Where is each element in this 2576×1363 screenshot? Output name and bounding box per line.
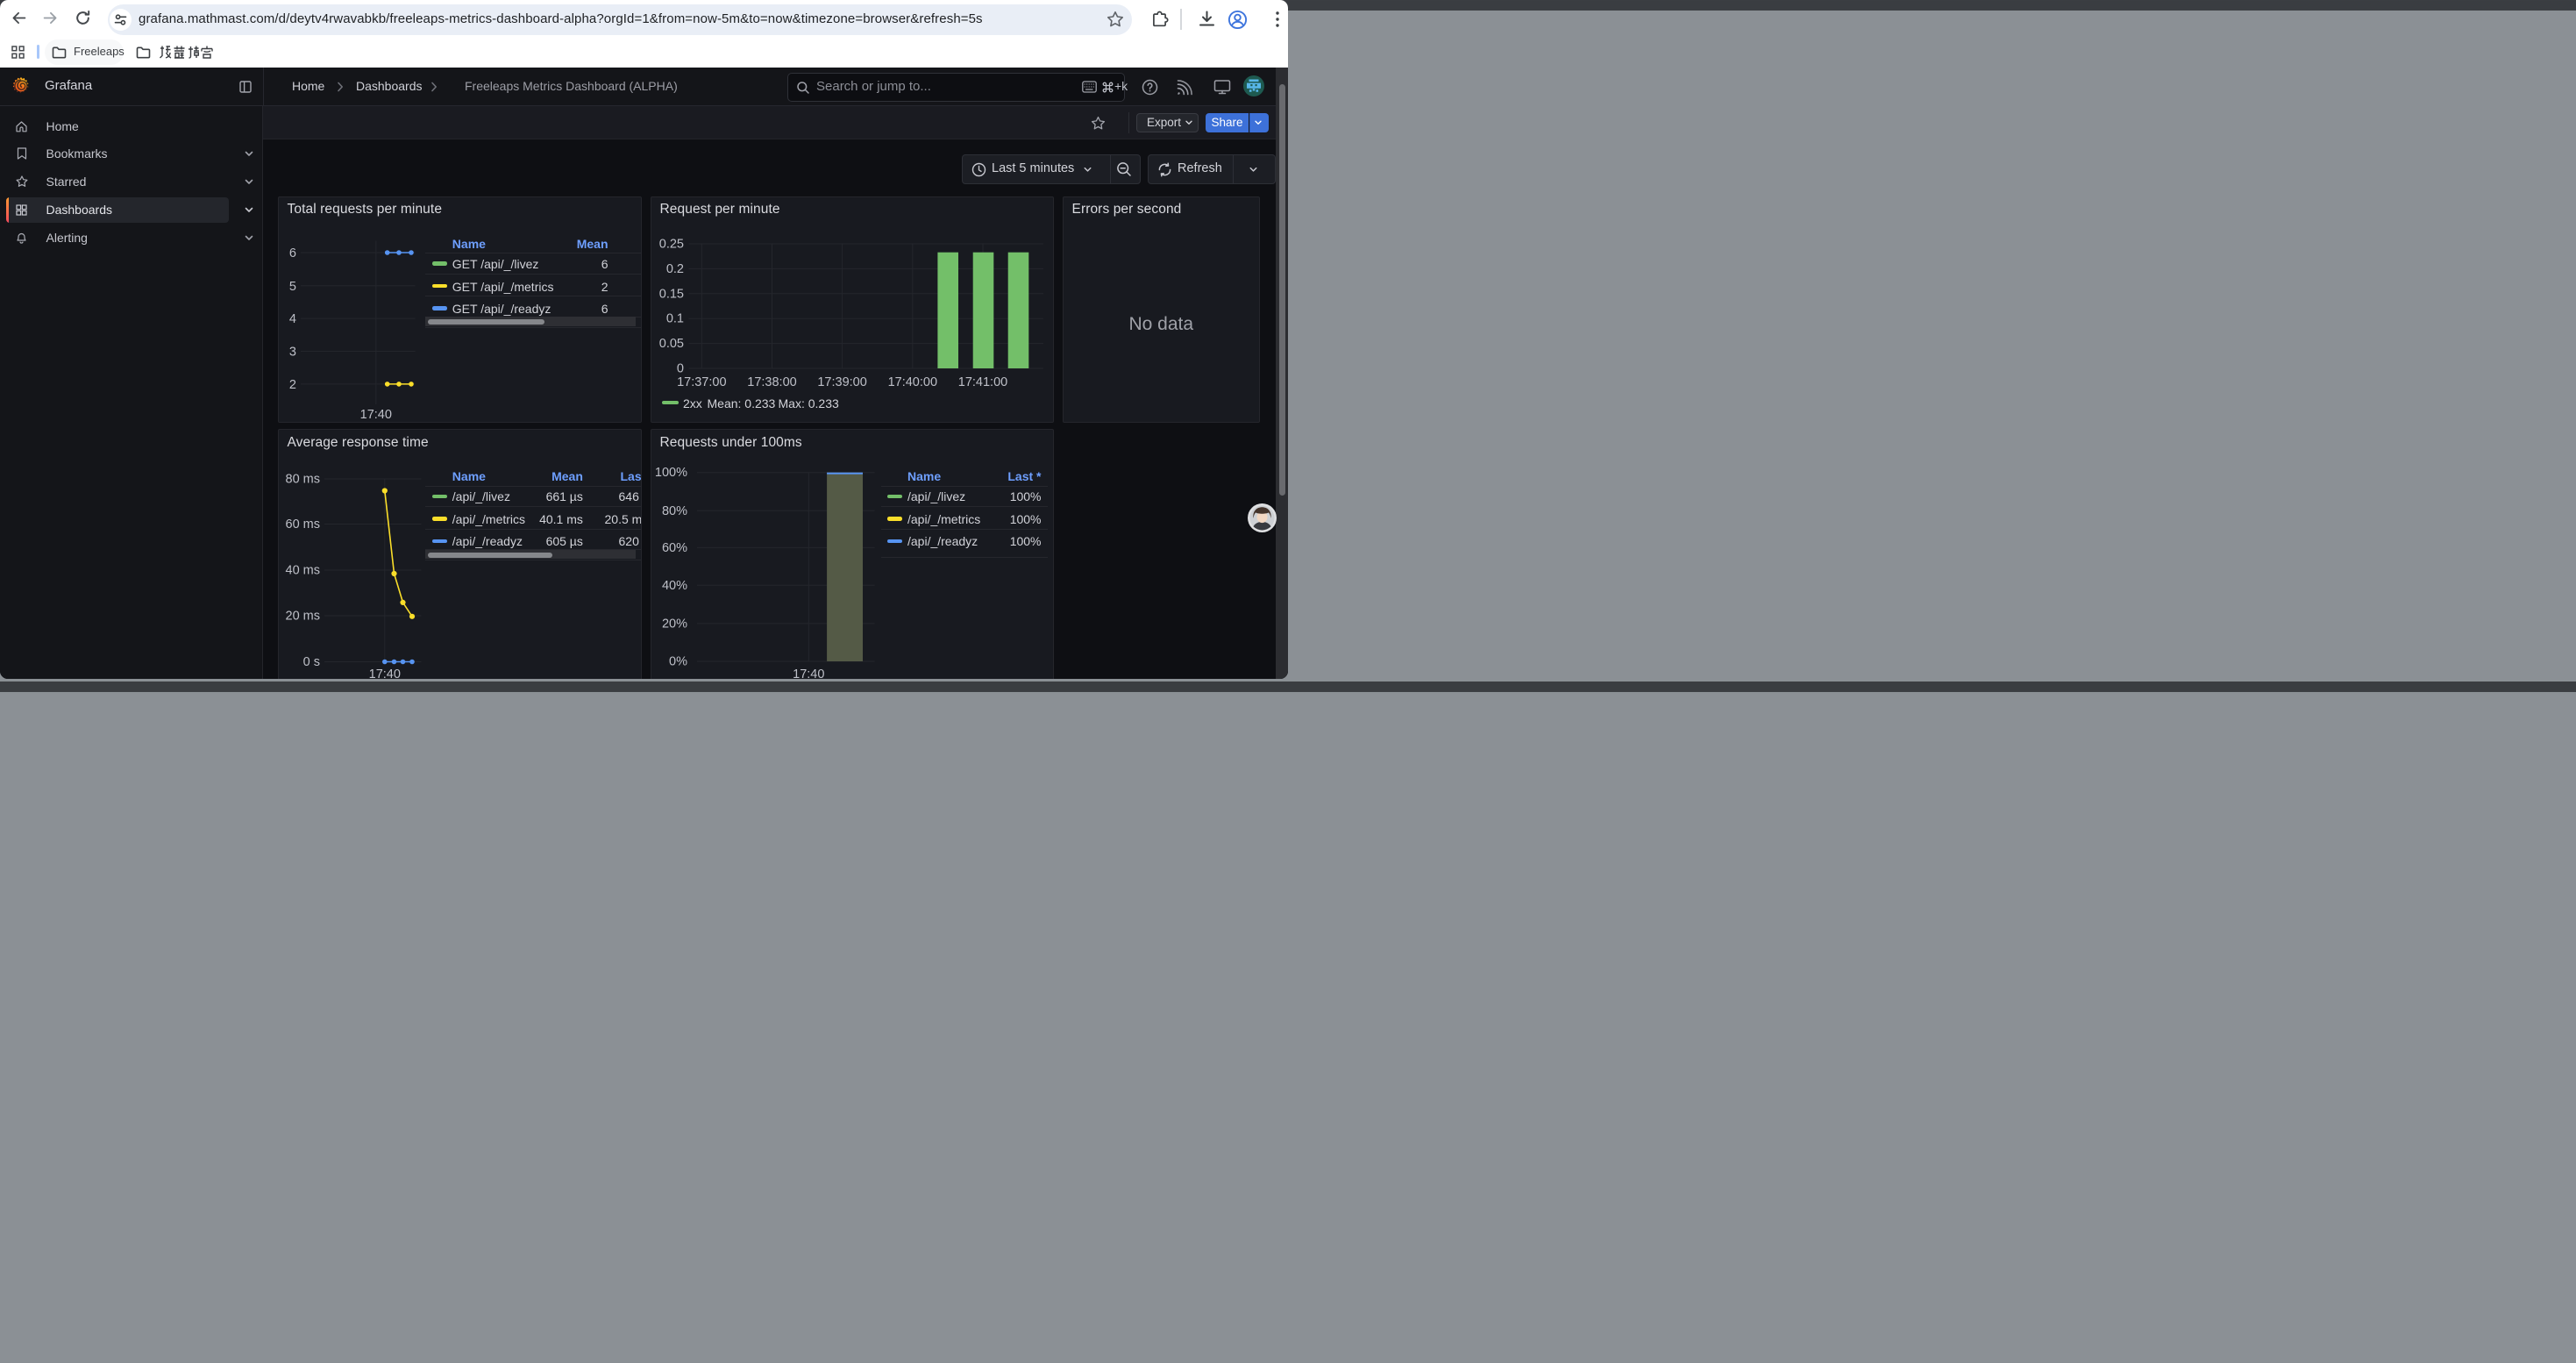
svg-text:17:38:00: 17:38:00 bbox=[747, 375, 796, 389]
svg-text:0.15: 0.15 bbox=[658, 287, 683, 301]
svg-text:0.2: 0.2 bbox=[665, 261, 683, 275]
svg-text:100%: 100% bbox=[654, 466, 687, 480]
svg-text:40 ms: 40 ms bbox=[285, 564, 320, 578]
svg-text:17:40: 17:40 bbox=[793, 667, 824, 679]
svg-text:0%: 0% bbox=[669, 655, 687, 669]
svg-text:6: 6 bbox=[288, 246, 295, 260]
svg-text:4: 4 bbox=[288, 312, 295, 326]
svg-text:17:41:00: 17:41:00 bbox=[957, 375, 1007, 389]
svg-text:17:40:00: 17:40:00 bbox=[887, 375, 936, 389]
svg-text:0.05: 0.05 bbox=[658, 337, 683, 351]
svg-text:0.1: 0.1 bbox=[665, 311, 683, 325]
svg-text:2: 2 bbox=[288, 377, 295, 391]
svg-text:0: 0 bbox=[676, 361, 683, 375]
svg-text:60 ms: 60 ms bbox=[285, 517, 320, 532]
svg-text:60%: 60% bbox=[661, 541, 687, 555]
svg-text:3: 3 bbox=[288, 345, 295, 359]
svg-text:17:37:00: 17:37:00 bbox=[677, 375, 726, 389]
svg-text:20 ms: 20 ms bbox=[285, 610, 320, 624]
svg-text:80%: 80% bbox=[661, 504, 687, 518]
svg-text:80 ms: 80 ms bbox=[285, 473, 320, 487]
svg-text:17:40: 17:40 bbox=[359, 408, 391, 422]
svg-text:20%: 20% bbox=[661, 617, 687, 631]
svg-text:0 s: 0 s bbox=[302, 655, 319, 669]
svg-text:17:39:00: 17:39:00 bbox=[817, 375, 866, 389]
svg-text:5: 5 bbox=[288, 279, 295, 293]
svg-text:40%: 40% bbox=[661, 579, 687, 593]
svg-text:0.25: 0.25 bbox=[658, 237, 683, 251]
svg-text:17:40: 17:40 bbox=[368, 667, 400, 679]
